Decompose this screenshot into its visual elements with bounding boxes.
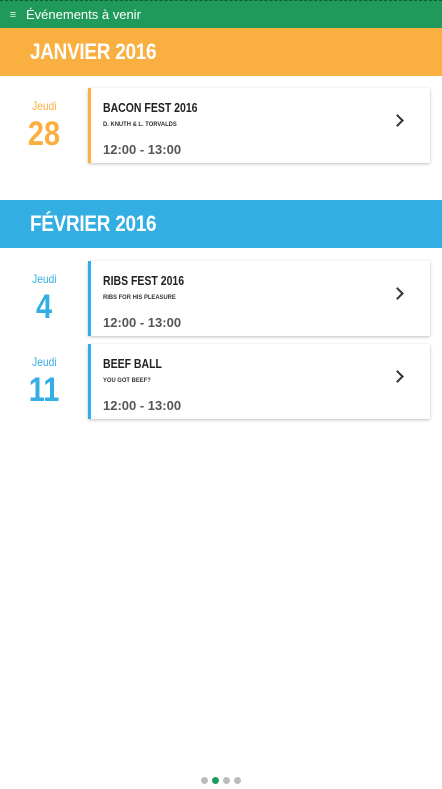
month-header-january: JANVIER 2016 xyxy=(0,28,442,76)
event-title: BEEF BALL xyxy=(103,357,162,371)
menu-icon[interactable]: ≡ xyxy=(0,9,26,21)
page-dot[interactable] xyxy=(201,777,208,784)
page-dot-active[interactable] xyxy=(212,777,219,784)
event-day: 28 xyxy=(27,115,61,153)
app-header: ≡ Événements à venir xyxy=(0,0,442,28)
chevron-right-icon[interactable] xyxy=(391,370,404,383)
event-weekday: Jeudi xyxy=(31,99,57,113)
event-date: Jeudi 28 xyxy=(0,88,88,163)
event-weekday: Jeudi xyxy=(31,355,57,369)
page-indicator xyxy=(0,771,442,784)
event-subtitle: YOU GOT BEEF? xyxy=(103,377,151,384)
event-card[interactable]: RIBS FEST 2016 RIBS FOR HIS PLEASURE 12:… xyxy=(88,261,430,336)
event-title: BACON FEST 2016 xyxy=(103,101,198,115)
event-card[interactable]: BACON FEST 2016 D. KNUTH & L. TORVALDS 1… xyxy=(88,88,430,163)
page-dot[interactable] xyxy=(223,777,230,784)
event-subtitle: D. KNUTH & L. TORVALDS xyxy=(103,121,177,128)
event-time: 12:00 - 13:00 xyxy=(103,315,182,330)
event-row[interactable]: Jeudi 11 BEEF BALL YOU GOT BEEF? 12:00 -… xyxy=(0,344,442,419)
event-time: 12:00 - 13:00 xyxy=(103,142,182,157)
event-day: 11 xyxy=(28,371,60,409)
event-day: 4 xyxy=(35,288,53,326)
page-title: Événements à venir xyxy=(26,7,141,22)
event-date: Jeudi 4 xyxy=(0,261,88,336)
event-time: 12:00 - 13:00 xyxy=(103,398,182,413)
event-date: Jeudi 11 xyxy=(0,344,88,419)
month-header-february: FÉVRIER 2016 xyxy=(0,200,442,248)
chevron-right-icon[interactable] xyxy=(391,114,404,127)
event-row[interactable]: Jeudi 28 BACON FEST 2016 D. KNUTH & L. T… xyxy=(0,88,442,163)
page-dot[interactable] xyxy=(234,777,241,784)
event-subtitle: RIBS FOR HIS PLEASURE xyxy=(103,294,176,301)
event-weekday: Jeudi xyxy=(31,272,57,286)
event-card[interactable]: BEEF BALL YOU GOT BEEF? 12:00 - 13:00 xyxy=(88,344,430,419)
event-row[interactable]: Jeudi 4 RIBS FEST 2016 RIBS FOR HIS PLEA… xyxy=(0,261,442,336)
event-title: RIBS FEST 2016 xyxy=(103,274,185,288)
chevron-right-icon[interactable] xyxy=(391,287,404,300)
